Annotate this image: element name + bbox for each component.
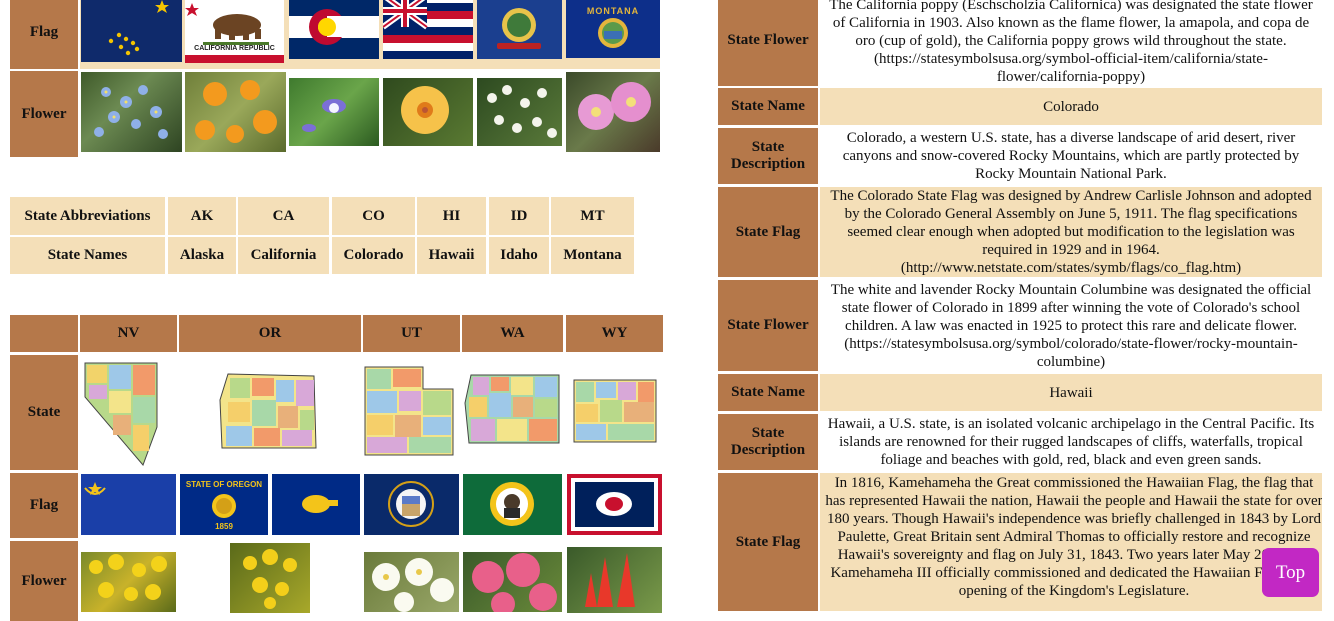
oregon-grape-image bbox=[230, 543, 310, 613]
abbrev-cell: CA bbox=[238, 197, 329, 235]
wyoming-map-image bbox=[572, 378, 658, 444]
state-flag-cell: In 1816, Kamehameha the Great commission… bbox=[820, 473, 1322, 611]
sego-lily-image bbox=[364, 552, 459, 612]
hibiscus-image bbox=[383, 78, 473, 146]
state-description-text: Hawaii, a U.S. state, is an isolated vol… bbox=[820, 414, 1322, 470]
oregon-flag-back-icon bbox=[272, 474, 360, 535]
state-description-text: Colorado, a western U.S. state, has a di… bbox=[820, 128, 1322, 184]
oregon-flag-year-text: 1859 bbox=[215, 522, 233, 531]
row-label: State Flag bbox=[718, 473, 818, 611]
forget-me-not-image bbox=[81, 72, 182, 152]
state-name-text: Colorado bbox=[820, 88, 1322, 125]
state-name-cell: Montana bbox=[551, 237, 634, 274]
state-flag-text: In 1816, Kamehameha the Great commission… bbox=[825, 475, 1322, 599]
row-label: State Name bbox=[718, 88, 818, 125]
row-label-abbreviations: State Abbreviations bbox=[10, 197, 165, 235]
state-name-text: Hawaii bbox=[820, 374, 1322, 411]
utah-map-image bbox=[363, 365, 456, 457]
montana-flag-text: MONTANA bbox=[586, 6, 640, 16]
header-cell: WY bbox=[566, 315, 663, 352]
rhododendron-image bbox=[463, 552, 562, 612]
row-label-flower: Flower bbox=[10, 71, 78, 157]
state-flower-text: The California poppy (Eschscholzia Calif… bbox=[820, 0, 1322, 86]
abbrev-cell: AK bbox=[168, 197, 236, 235]
wyoming-flag-icon bbox=[567, 474, 662, 535]
row-label-state-names: State Names bbox=[10, 237, 165, 274]
syringa-image bbox=[477, 78, 562, 146]
nevada-flag-icon bbox=[81, 474, 176, 535]
row-label: State Flower bbox=[718, 0, 818, 86]
back-to-top-button[interactable]: Top bbox=[1262, 548, 1319, 597]
colorado-flag-icon bbox=[289, 0, 379, 59]
abbrev-cell: CO bbox=[332, 197, 415, 235]
state-name-cell: Hawaii bbox=[417, 237, 486, 274]
row-label: State Flower bbox=[718, 280, 818, 371]
columbine-image bbox=[289, 78, 379, 146]
idaho-flag-icon bbox=[477, 0, 562, 59]
state-name-cell: California bbox=[238, 237, 329, 274]
row-label: State Description bbox=[718, 128, 818, 184]
header-cell: UT bbox=[363, 315, 460, 352]
state-flower-text: The white and lavender Rocky Mountain Co… bbox=[820, 280, 1322, 371]
nevada-map-image bbox=[83, 357, 161, 467]
washington-map-image bbox=[463, 373, 561, 447]
state-name-cell: Alaska bbox=[168, 237, 236, 274]
state-flag-text: The Colorado State Flag was designed by … bbox=[820, 187, 1322, 277]
table3-corner-cell bbox=[10, 315, 78, 352]
row-label: State Name bbox=[718, 374, 818, 411]
row-label: State Description bbox=[718, 414, 818, 470]
row-label-flag: Flag bbox=[10, 0, 78, 69]
row-label-state: State bbox=[10, 355, 78, 470]
washington-flag-icon bbox=[463, 474, 562, 535]
abbrev-cell: ID bbox=[489, 197, 549, 235]
state-name-cell: Colorado bbox=[332, 237, 415, 274]
utah-flag-icon bbox=[364, 474, 459, 535]
row-label: State Flag bbox=[718, 187, 818, 277]
california-poppy-image bbox=[185, 72, 286, 152]
abbrev-cell: MT bbox=[551, 197, 634, 235]
sagebrush-image bbox=[81, 552, 176, 612]
indian-paintbrush-image bbox=[567, 547, 662, 613]
row-label-flag: Flag bbox=[10, 473, 78, 538]
row-label-flower: Flower bbox=[10, 541, 78, 621]
california-flag-text: CALIFORNIA REPUBLIC bbox=[194, 45, 275, 52]
oregon-flag-front-icon: STATE OF OREGON 1859 bbox=[180, 474, 268, 535]
california-flag-icon: CALIFORNIA REPUBLIC bbox=[185, 0, 284, 63]
header-cell: WA bbox=[462, 315, 563, 352]
montana-flag-icon: MONTANA bbox=[566, 0, 660, 58]
state-name-cell: Idaho bbox=[489, 237, 549, 274]
hawaii-flag-icon bbox=[383, 0, 473, 59]
bitterroot-image bbox=[566, 72, 660, 152]
abbrev-cell: HI bbox=[417, 197, 486, 235]
header-cell: OR bbox=[179, 315, 361, 352]
header-cell: NV bbox=[80, 315, 177, 352]
oregon-map-image bbox=[218, 370, 320, 452]
alaska-flag-icon bbox=[81, 0, 182, 62]
